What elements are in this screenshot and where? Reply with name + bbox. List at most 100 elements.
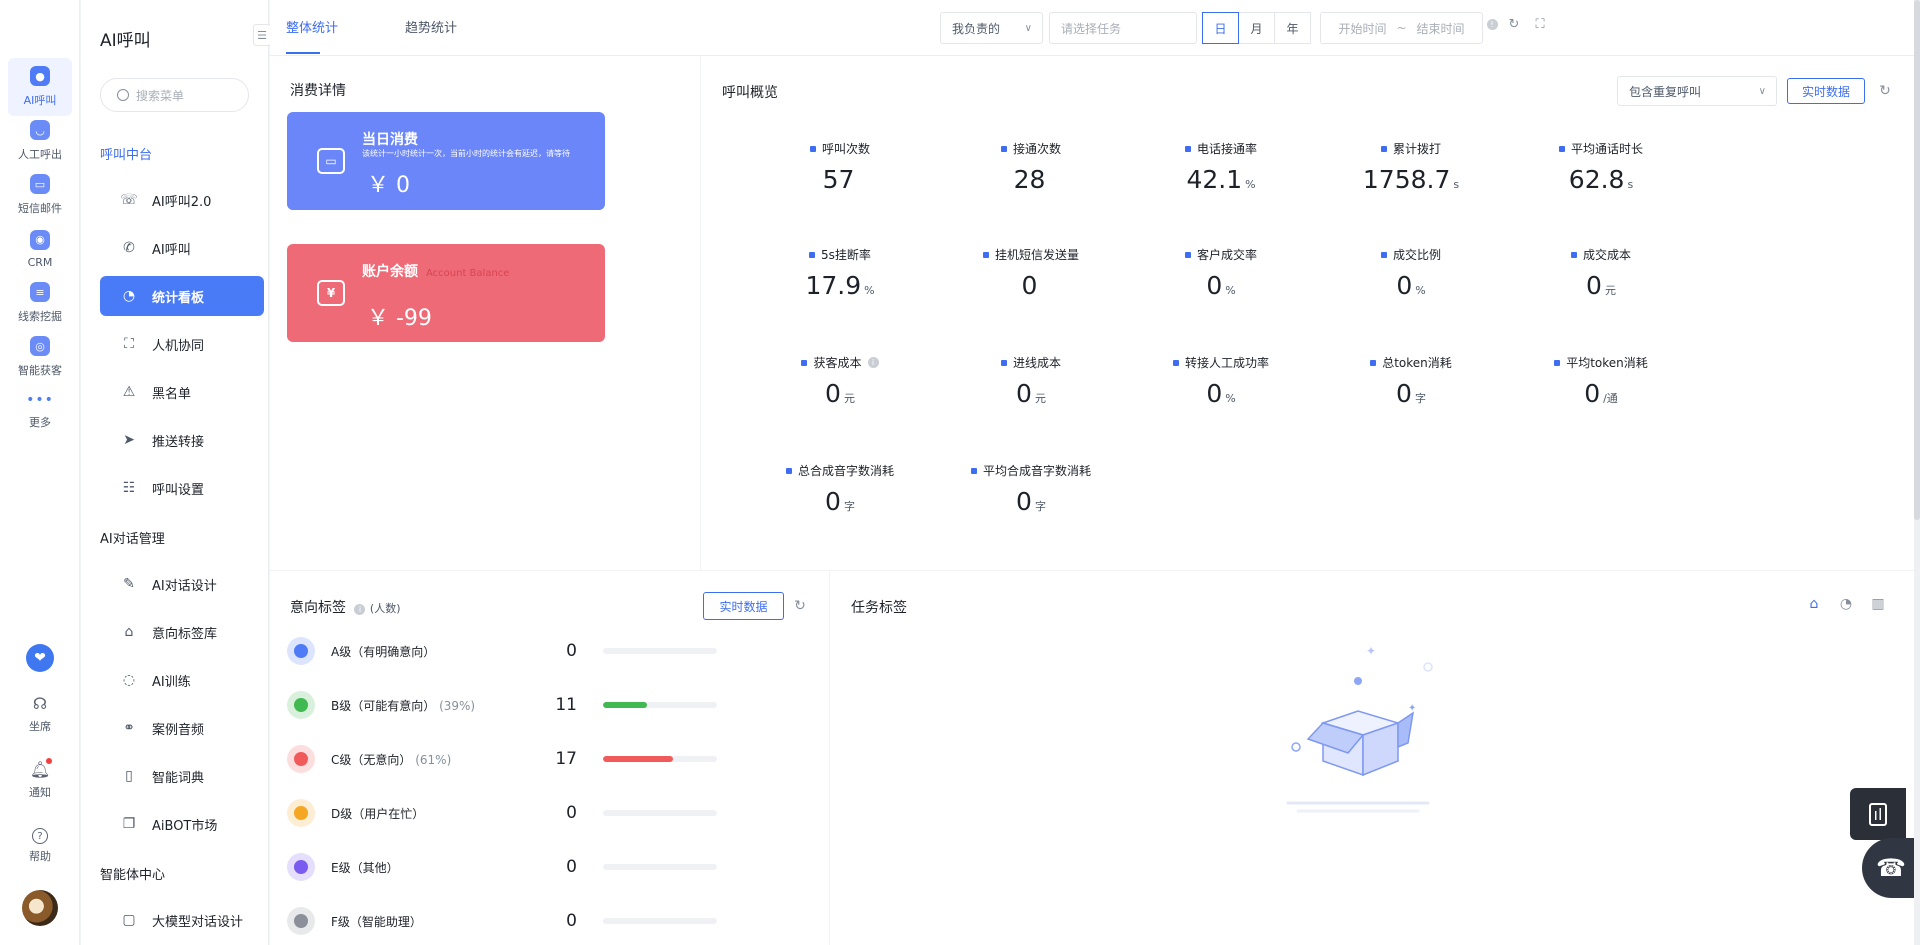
menu-item-blacklist[interactable]: ⚠ 黑名单 [100, 372, 264, 412]
menu-item-push[interactable]: ➤ 推送转接 [100, 420, 264, 460]
stat-item: 获客成本 i 0 元 [745, 354, 935, 408]
bullet-icon [1000, 359, 1007, 366]
notification-dot [46, 758, 52, 764]
rail-item-help[interactable]: ? 帮助 [8, 828, 72, 864]
pie-chart-icon[interactable]: ◔ [1838, 596, 1854, 612]
stat-label: 转接人工成功率 [1126, 354, 1316, 371]
intent-row[interactable]: D级（用户在忙） 0 [287, 798, 717, 828]
rail-item-more[interactable]: ••• 更多 [8, 382, 72, 440]
intent-label: D级（用户在忙） [331, 806, 425, 821]
rail-item-notify[interactable]: 🔔︎ 通知 [8, 758, 72, 800]
window-icon: ❐ [122, 816, 136, 832]
intent-progress-fill [603, 756, 673, 762]
tab-trend[interactable]: 趋势统计 [405, 17, 457, 36]
info-icon[interactable]: i [867, 357, 879, 368]
consumption-panel: 消费详情 ▭ 当日消费 该统计一小时统计一次，当前小时的统计会有延迟，请等待 ￥… [270, 56, 700, 570]
menu-search-input[interactable]: 搜索菜单 [100, 78, 249, 112]
menu-item-collab[interactable]: ⛶ 人机协同 [100, 324, 264, 364]
intent-row[interactable]: E级（其他） 0 [287, 852, 717, 882]
stat-value: 17.9% [805, 271, 875, 300]
rail-item-agent[interactable]: ☊ 坐席 [8, 692, 72, 734]
menu-item-case-audio[interactable]: ⚭ 案例音频 [100, 708, 264, 748]
help-icon: ? [32, 828, 48, 844]
intent-progress-bar [603, 810, 717, 816]
menu-item-ai-training[interactable]: ◌ AI训练 [100, 660, 264, 700]
stat-label: 接通次数 [936, 140, 1126, 157]
intent-count: 0 [566, 911, 577, 931]
fullscreen-icon[interactable]: ⛶ [1532, 16, 1548, 32]
stat-label: 总合成音字数消耗 [745, 462, 935, 479]
phone-icon: ✆ [123, 240, 135, 256]
menu-item-dictionary[interactable]: ▯ 智能词典 [100, 756, 264, 796]
crm-icon: ◉ [30, 229, 50, 250]
period-month[interactable]: 月 [1238, 12, 1275, 44]
collapse-menu-icon[interactable]: ☰ [253, 24, 271, 46]
intent-label: E级（其他） [331, 860, 399, 875]
menu-item-tag-library[interactable]: ⌂ 意向标签库 [100, 612, 264, 652]
search-icon [117, 89, 129, 101]
rail-item-clue[interactable]: ≡ 线索挖掘 [8, 274, 72, 332]
user-avatar[interactable] [22, 890, 58, 926]
menu-item-call-settings[interactable]: ☷ 呼叫设置 [100, 468, 264, 508]
menu-item-llm-dialog[interactable]: ▢ 大模型对话设计 [100, 900, 264, 940]
menu-group-call-center: 呼叫中台 [100, 148, 153, 163]
stat-item: 平均合成音字数消耗 0 字 [936, 462, 1126, 516]
chat-icon: ▢ [122, 912, 136, 928]
rail-item-ai-call[interactable]: ● AI呼叫 [8, 58, 72, 116]
pie-chart-icon: ◔ [122, 288, 136, 304]
intent-row[interactable]: F级（智能助理） 0 [287, 906, 717, 936]
stat-value: 0字 [1396, 379, 1426, 408]
intent-row[interactable]: A级（有明确意向） 0 [287, 636, 717, 666]
tab-overall[interactable]: 整体统计 [286, 17, 338, 36]
menu-item-aibot-market[interactable]: ❐ AiBOT市场 [100, 804, 264, 844]
rail-item-acquire[interactable]: ◎ 智能获客 [8, 328, 72, 386]
refresh-icon[interactable]: ↻ [1506, 16, 1522, 32]
intent-row[interactable]: C级（无意向） (61%) 17 [287, 744, 717, 774]
rail-item-crm[interactable]: ◉ CRM [8, 220, 72, 278]
intent-label: A级（有明确意向） [331, 644, 436, 659]
intent-row[interactable]: B级（可能有意向） (39%) 11 [287, 690, 717, 720]
period-switch: 日 月 年 [1202, 12, 1311, 44]
date-range-picker[interactable]: 开始时间 ~ 结束时间 [1320, 12, 1483, 44]
brand-logo-icon: ❤ [26, 644, 54, 672]
side-menu: AI呼叫 ☰ 搜索菜单 呼叫中台 ☏ AI呼叫2.0 ✆ AI呼叫 ◔ 统计看板 ⛶ 人… [81, 0, 271, 945]
chat-float-button[interactable]: ıl [1850, 788, 1906, 840]
info-icon[interactable]: ! [1484, 16, 1500, 32]
stat-item: 转接人工成功率 0% [1126, 354, 1316, 408]
period-year[interactable]: 年 [1274, 12, 1311, 44]
today-consumption-card: ▭ 当日消费 该统计一小时统计一次，当前小时的统计会有延迟，请等待 ￥ 0 [287, 112, 605, 210]
bullet-icon [809, 251, 816, 258]
intent-count: 11 [555, 695, 577, 715]
menu-item-dashboard[interactable]: ◔ 统计看板 [100, 276, 264, 316]
stat-value: 0元 [825, 379, 855, 408]
refresh-icon[interactable]: ↻ [792, 598, 808, 614]
intent-face-icon [287, 799, 315, 827]
intent-progress-fill [603, 702, 648, 708]
menu-item-ai-call[interactable]: ✆ AI呼叫 [100, 228, 264, 268]
rail-item-sms[interactable]: ▭ 短信邮件 [8, 166, 72, 224]
stat-item: 客户成交率 0% [1126, 246, 1316, 300]
owner-select[interactable]: 我负责的 ∨ [940, 12, 1043, 44]
stat-item: 平均token消耗 0/通 [1506, 354, 1696, 408]
task-select[interactable]: 请选择任务 [1049, 12, 1197, 44]
rail-item-manual-call[interactable]: ◡ 人工呼出 [8, 112, 72, 170]
repeat-call-filter[interactable]: 包含重复呼叫 ∨ [1617, 76, 1777, 106]
bar-chart-icon[interactable]: ▥ [1870, 596, 1886, 612]
tag-view-icon[interactable]: ⌂ [1806, 596, 1822, 612]
call-float-button[interactable]: ☎ [1862, 838, 1920, 898]
stat-item: 平均通话时长 62.8 s [1506, 140, 1696, 194]
realtime-data-button[interactable]: 实时数据 [1787, 78, 1865, 104]
stat-item: 总合成音字数消耗 0 字 [745, 462, 935, 516]
task-tags-title: 任务标签 [851, 600, 907, 616]
refresh-icon[interactable]: ↻ [1877, 83, 1893, 99]
intent-progress-bar [603, 918, 717, 924]
send-icon: ➤ [123, 432, 135, 448]
menu-item-ai-call-2[interactable]: ☏ AI呼叫2.0 [100, 180, 264, 220]
info-icon[interactable]: i [354, 604, 366, 615]
page-scrollbar-thumb[interactable] [1914, 0, 1920, 520]
intent-realtime-button[interactable]: 实时数据 [703, 592, 784, 620]
stat-item: 成交成本 0 元 [1506, 246, 1696, 300]
stat-value: 0 [1021, 271, 1038, 300]
menu-item-dialog-design[interactable]: ✎ AI对话设计 [100, 564, 264, 604]
period-day[interactable]: 日 [1202, 12, 1239, 44]
